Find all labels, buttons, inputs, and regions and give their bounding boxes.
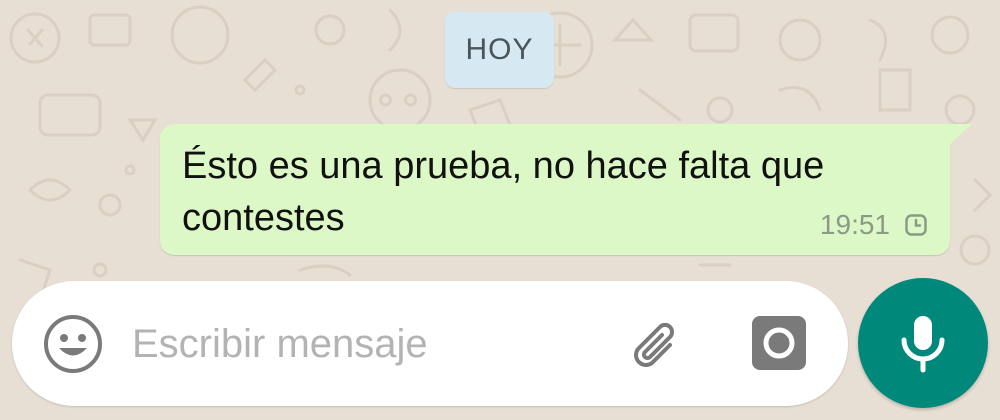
message-time: 19:51 — [819, 209, 890, 240]
emoji-icon[interactable] — [42, 313, 104, 375]
message-input[interactable] — [132, 307, 602, 381]
message-composer — [12, 281, 848, 406]
paperclip-icon[interactable] — [624, 311, 690, 377]
camera-icon[interactable] — [750, 314, 808, 372]
microphone-icon — [901, 316, 945, 373]
outgoing-message-bubble[interactable]: Ésto es una prueba, no hace falta que co… — [160, 124, 950, 255]
date-chip: HOY — [445, 12, 554, 88]
bubble-tail — [948, 124, 972, 146]
microphone-button[interactable] — [858, 278, 988, 408]
clock-icon — [904, 213, 928, 237]
message-meta: 19:51 — [820, 209, 928, 241]
